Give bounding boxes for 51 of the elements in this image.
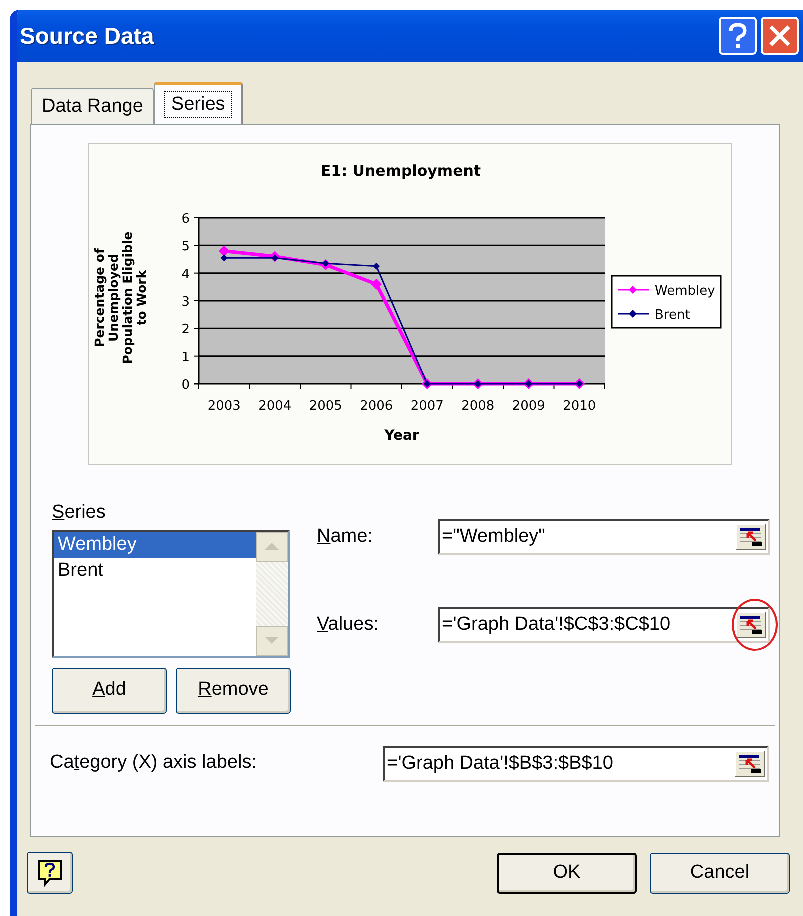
dialog-button[interactable]: Cancel [650, 852, 790, 894]
field-label: Category (X) axis labels: [50, 751, 258, 776]
down-arrow-icon [263, 635, 281, 646]
field-label: Name: [317, 524, 374, 549]
list-button[interactable]: Remove [176, 668, 291, 714]
legend-line-icon [618, 310, 649, 318]
axis-tick-label: 2008 [462, 399, 495, 414]
range-picker-button[interactable] [736, 524, 766, 550]
axis-tick-label: 2009 [512, 399, 546, 414]
axis-tick-label: 4 [182, 267, 190, 282]
tab[interactable]: Series [154, 82, 244, 124]
dialog-button[interactable]: OK [497, 852, 637, 894]
input-field[interactable]: ="Wembley" [438, 519, 770, 555]
axis-tick-label: 6 [182, 212, 190, 227]
axis-tick-label: 1 [182, 350, 190, 366]
close-button[interactable] [761, 17, 799, 55]
list-item[interactable]: Brent [54, 558, 256, 584]
series-listbox[interactable]: Wembley Brent [52, 530, 290, 658]
axis-tick-label: 2004 [258, 399, 292, 414]
axis-tick-label: 2003 [208, 399, 241, 414]
series-label: Series [52, 501, 107, 525]
axis-tick-label: 2006 [360, 399, 394, 414]
list-item[interactable]: Wembley [54, 532, 256, 558]
up-arrow-icon [263, 541, 281, 552]
tab[interactable]: Data Range [31, 88, 154, 124]
axis-tick-label: 2 [182, 322, 190, 338]
input-field[interactable]: ='Graph Data'!$B$3:$B$10 [383, 746, 769, 782]
field-label: Values: [317, 612, 380, 637]
window-title: Source Data [20, 22, 156, 51]
axis-tick-label: 3 [182, 295, 190, 310]
axis-tick-label: 2005 [309, 399, 342, 414]
list-button[interactable]: Add [52, 668, 167, 714]
axis-tick-label: 0 [182, 378, 190, 393]
legend-label: Wembley [655, 284, 716, 299]
axis-tick-label: 5 [182, 240, 190, 255]
axis-title: Year [384, 428, 420, 444]
axis-title: Percentage of Unemployed Population Eligible to Work [93, 230, 149, 366]
input-field[interactable]: ='Graph Data'!$C$3:$C$10 [438, 607, 770, 643]
help-icon [727, 23, 749, 49]
chart-title: E1: Unemployment [320, 162, 482, 180]
help-button[interactable] [27, 852, 73, 894]
axis-tick-label: 2007 [410, 399, 444, 414]
data-point [371, 278, 382, 290]
legend-label: Brent [655, 308, 690, 323]
data-point [373, 262, 380, 270]
range-picker-button[interactable] [735, 750, 765, 776]
close-icon [768, 24, 792, 48]
axis-tick-label: 2010 [563, 399, 596, 414]
help-icon [36, 858, 64, 888]
range-picker-button[interactable] [736, 612, 766, 638]
legend-line-icon [618, 286, 649, 294]
